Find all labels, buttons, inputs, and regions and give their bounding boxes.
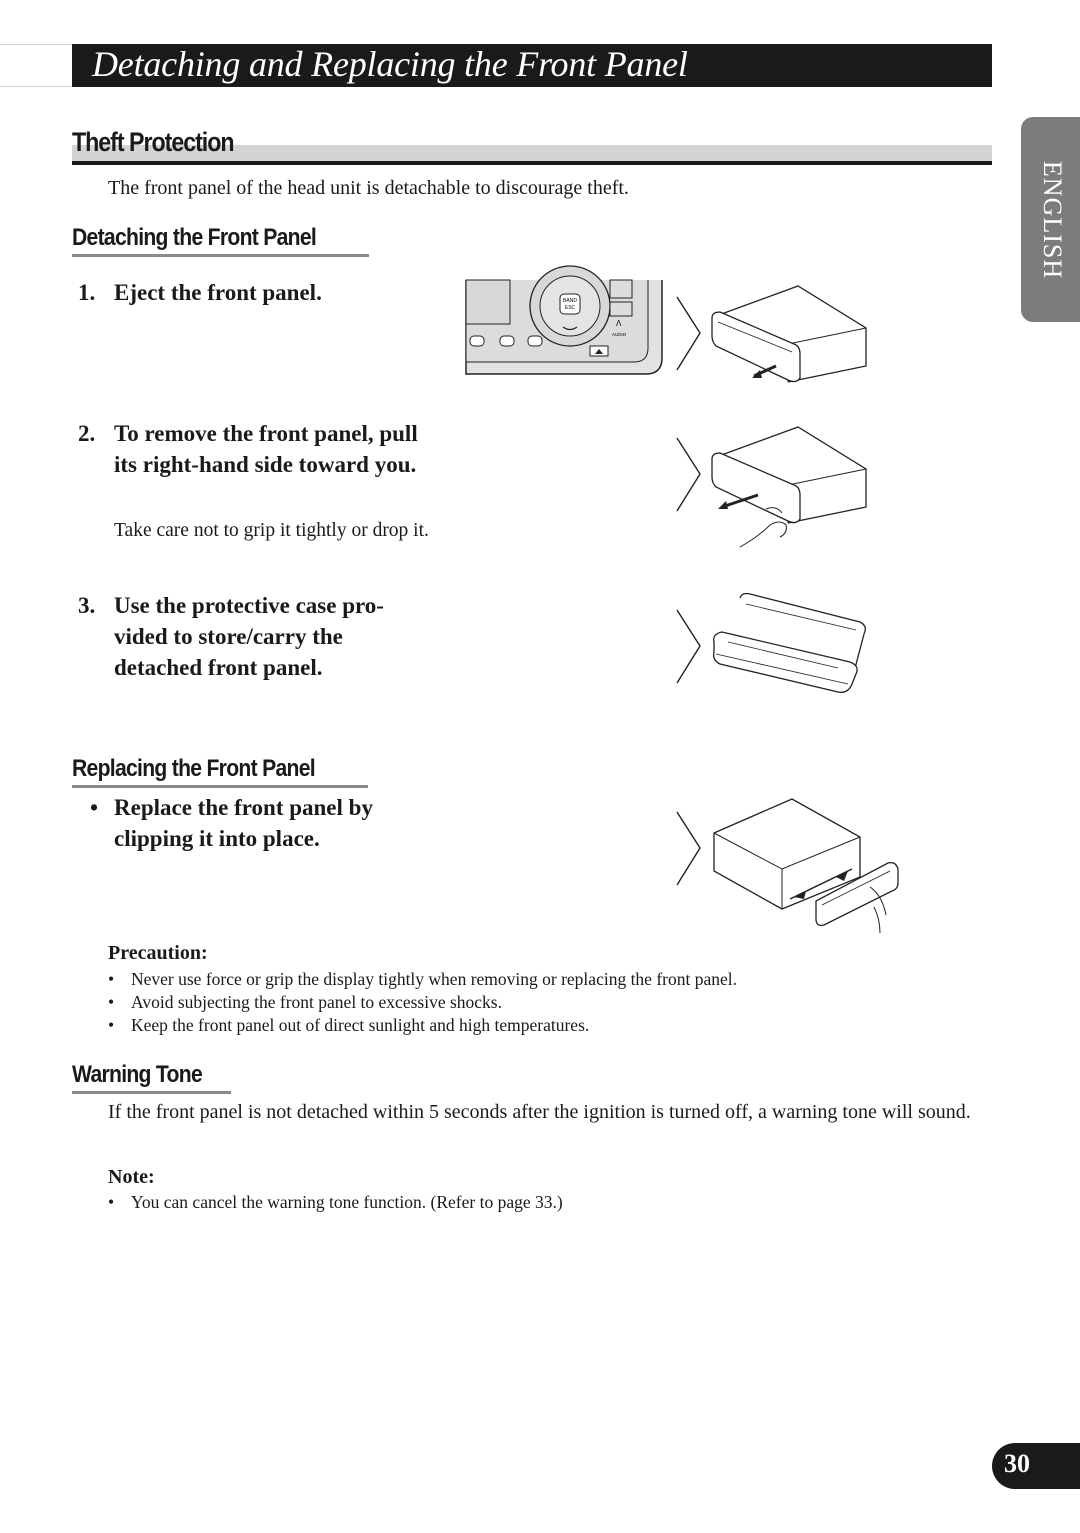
page-title: Detaching and Replacing the Front Panel	[92, 44, 688, 84]
step-2: 2. To remove the front panel, pull its r…	[78, 418, 458, 518]
panel-eject-illustration	[711, 285, 867, 383]
step-number: 2.	[78, 421, 96, 446]
bullet-glyph: •	[90, 795, 99, 820]
svg-text:ESC: ESC	[565, 305, 576, 311]
triangle-pointer-icon	[676, 437, 701, 512]
section-heading-rule	[72, 161, 992, 165]
svg-text:AUDIO: AUDIO	[612, 332, 627, 337]
bullet-glyph: •	[108, 1192, 115, 1212]
page-number: 30	[1004, 1449, 1030, 1478]
subheading-underline	[72, 785, 368, 788]
triangle-pointer-icon	[676, 609, 701, 684]
header-rule-top	[0, 44, 72, 45]
precaution-item-text: Keep the front panel out of direct sunli…	[131, 1015, 590, 1035]
subheading-warning-tone: Warning Tone	[72, 1061, 203, 1088]
triangle-pointer-icon	[676, 296, 701, 371]
language-tab-label: ENGLISH	[1038, 160, 1067, 279]
step-2-note: Take care not to grip it tightly or drop…	[114, 520, 429, 541]
subheading-underline	[72, 1091, 231, 1094]
precaution-item-text: Never use force or grip the display tigh…	[131, 969, 737, 989]
replace-bullet: • Replace the front panel by clipping it…	[90, 792, 450, 862]
precaution-label: Precaution:	[108, 942, 208, 964]
note-label: Note:	[108, 1166, 155, 1188]
step-text: Eject the front panel.	[114, 280, 322, 305]
subheading-replacing: Replacing the Front Panel	[72, 755, 316, 782]
head-unit-face-illustration: BAND ESC Λ AUDIO	[465, 265, 663, 375]
page-title-bar: Detaching and Replacing the Front Panel	[72, 44, 992, 87]
step-number: 3.	[78, 593, 96, 618]
step-number: 1.	[78, 280, 96, 305]
panel-removal-hand-illustration	[711, 426, 867, 548]
note-item-text: You can cancel the warning tone function…	[131, 1192, 563, 1212]
header-rule-bottom	[0, 86, 72, 87]
precaution-item-text: Avoid subjecting the front panel to exce…	[131, 992, 502, 1012]
language-tab: ENGLISH	[1021, 117, 1080, 322]
svg-text:Λ: Λ	[616, 319, 622, 328]
subheading-detaching: Detaching the Front Panel	[72, 224, 317, 251]
bullet-glyph: •	[108, 969, 115, 989]
protective-case-illustration	[712, 592, 866, 693]
subheading-underline	[72, 254, 369, 257]
warning-tone-text: If the front panel is not detached withi…	[108, 1101, 971, 1123]
page-number-badge: 30	[992, 1443, 1080, 1489]
panel-replace-illustration	[713, 798, 899, 934]
step-text: Use the protective case pro-vided to sto…	[114, 593, 384, 680]
band-button-label: BAND	[563, 298, 577, 304]
theft-protection-intro: The front panel of the head unit is deta…	[108, 177, 629, 199]
triangle-pointer-icon	[676, 811, 701, 886]
step-1: 1. Eject the front panel.	[78, 277, 458, 317]
bullet-glyph: •	[108, 992, 115, 1012]
step-text: To remove the front panel, pull its righ…	[114, 421, 418, 477]
step-3: 3. Use the protective case pro-vided to …	[78, 590, 458, 690]
bullet-glyph: •	[108, 1015, 115, 1035]
replace-bullet-text: Replace the front panel by clipping it i…	[114, 795, 373, 851]
section-heading-theft-protection: Theft Protection	[72, 127, 235, 157]
